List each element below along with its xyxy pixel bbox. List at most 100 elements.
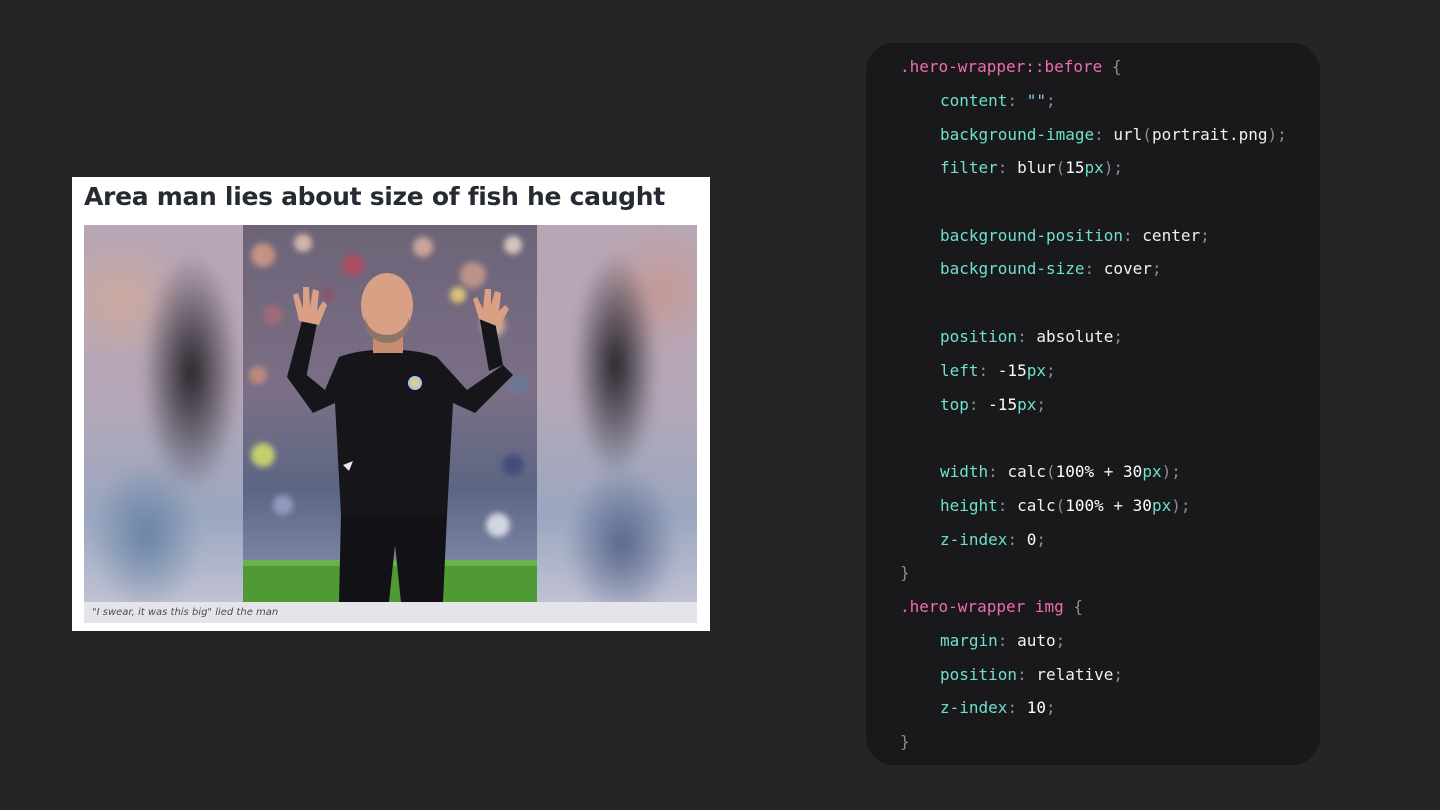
code-token-punc: ;: [1151, 259, 1162, 278]
code-token-punc: ;: [1113, 327, 1124, 346]
code-token-num: 0: [1026, 530, 1037, 549]
code-token-punc: :: [997, 158, 1018, 177]
code-token-punc: }: [900, 563, 910, 582]
code-token-prop: width: [940, 462, 989, 481]
code-token-val: calc: [1017, 496, 1056, 515]
code-token-val: url: [1113, 125, 1143, 144]
code-line: filter: blur(15px);: [940, 156, 1123, 180]
code-token-punc: :: [1017, 665, 1037, 684]
code-token-punc: {: [1102, 57, 1122, 76]
code-line: position: relative;: [940, 663, 1123, 687]
code-token-punc: ;: [1045, 361, 1056, 380]
code-token-punc: :: [968, 395, 989, 414]
code-token-punc: {: [1063, 597, 1084, 616]
code-token-sel: .hero-wrapper img: [900, 597, 1064, 616]
code-token-num: 100%: [1055, 462, 1095, 481]
hero-wrapper: [84, 225, 697, 602]
code-token-prop: background-image: [940, 125, 1095, 144]
code-token-punc: ;: [1036, 530, 1046, 549]
code-token-val: cover: [1103, 259, 1152, 278]
code-token-num: 30: [1132, 496, 1152, 515]
code-line: background-image: url(portrait.png);: [940, 123, 1287, 147]
code-token-val: auto: [1017, 631, 1056, 650]
code-line: }: [900, 561, 910, 585]
code-token-prop: top: [940, 395, 969, 414]
code-token-punc: ;: [1055, 631, 1066, 650]
code-token-unit: px: [1017, 395, 1037, 414]
code-token-prop: position: [940, 665, 1018, 684]
code-line: left: -15px;: [940, 359, 1056, 383]
code-token-prop: margin: [940, 631, 998, 650]
code-token-punc: (: [1055, 496, 1066, 515]
code-token-punc: (: [1055, 158, 1066, 177]
code-token-punc: ;: [1045, 698, 1056, 717]
code-token-punc: );: [1103, 158, 1124, 177]
code-token-punc: :: [1017, 327, 1037, 346]
code-token-val: +: [1094, 462, 1124, 481]
code-token-num: 30: [1123, 462, 1143, 481]
code-token-prop: z-index: [940, 530, 1008, 549]
code-line: margin: auto;: [940, 629, 1065, 653]
code-token-val: absolute: [1036, 327, 1114, 346]
code-token-punc: :: [1007, 530, 1027, 549]
code-token-val: portrait.png: [1151, 125, 1268, 144]
code-token-val: blur: [1017, 158, 1056, 177]
hero-image: [243, 225, 537, 602]
code-token-num: 15: [1065, 158, 1085, 177]
code-token-num: 10: [1026, 698, 1046, 717]
image-caption: "I swear, it was this big" lied the man: [84, 602, 697, 623]
code-line: background-size: cover;: [940, 257, 1162, 281]
code-line: height: calc(100% + 30px);: [940, 494, 1190, 518]
code-token-str: "": [1026, 91, 1046, 110]
code-token-punc: (: [1045, 462, 1056, 481]
code-token-prop: height: [940, 496, 998, 515]
code-token-punc: ;: [1036, 395, 1046, 414]
code-token-prop: background-size: [940, 259, 1085, 278]
code-token-punc: :: [978, 361, 998, 380]
code-line: .hero-wrapper img {: [900, 595, 1083, 619]
code-token-prop: filter: [940, 158, 998, 177]
code-token-sel: .hero-wrapper::before: [900, 57, 1103, 76]
code-token-punc: ;: [1045, 91, 1056, 110]
code-token-punc: :: [1094, 125, 1114, 144]
code-token-punc: :: [988, 462, 1008, 481]
code-token-num: -15: [988, 395, 1018, 414]
code-token-punc: :: [997, 631, 1018, 650]
code-token-val: relative: [1036, 665, 1114, 684]
code-line: content: "";: [940, 89, 1056, 113]
code-line: top: -15px;: [940, 393, 1046, 417]
code-token-unit: px: [1142, 462, 1162, 481]
code-token-punc: :: [1007, 91, 1027, 110]
code-line: }: [900, 730, 910, 754]
code-line: z-index: 10;: [940, 696, 1056, 720]
code-token-punc: :: [997, 496, 1018, 515]
code-line: background-position: center;: [940, 224, 1210, 248]
code-token-prop: position: [940, 327, 1018, 346]
code-token-punc: );: [1267, 125, 1287, 144]
article-headline: Area man lies about size of fish he caug…: [84, 182, 665, 211]
code-token-val: center: [1142, 226, 1201, 245]
code-token-punc: );: [1171, 496, 1191, 515]
code-token-prop: left: [940, 361, 979, 380]
css-code-panel: .hero-wrapper::before {content: ""; backg…: [866, 43, 1320, 765]
code-token-punc: );: [1161, 462, 1181, 481]
code-token-prop: content: [940, 91, 1008, 110]
code-line: z-index: 0;: [940, 528, 1046, 552]
code-token-unit: px: [1084, 158, 1104, 177]
code-token-val: calc: [1007, 462, 1046, 481]
code-token-punc: :: [1123, 226, 1143, 245]
code-line: position: absolute;: [940, 325, 1123, 349]
code-token-punc: :: [1084, 259, 1104, 278]
code-token-val: +: [1103, 496, 1133, 515]
code-token-punc: }: [900, 732, 910, 751]
code-token-unit: px: [1151, 496, 1172, 515]
code-token-unit: px: [1026, 361, 1046, 380]
code-token-num: 100%: [1065, 496, 1104, 515]
code-line: width: calc(100% + 30px);: [940, 460, 1181, 484]
code-line: .hero-wrapper::before {: [900, 55, 1122, 79]
code-token-punc: (: [1142, 125, 1152, 144]
code-token-num: -15: [997, 361, 1027, 380]
code-token-punc: ;: [1200, 226, 1210, 245]
article-card: Area man lies about size of fish he caug…: [72, 177, 710, 631]
code-token-prop: z-index: [940, 698, 1008, 717]
